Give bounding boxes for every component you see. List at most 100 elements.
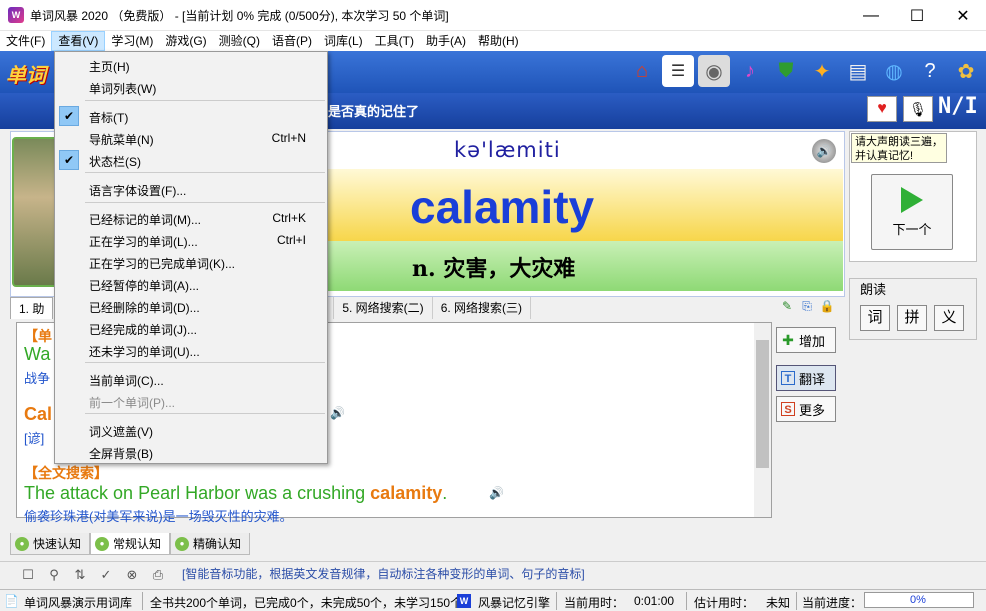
add-button[interactable]: ✚ 增加 — [776, 327, 836, 353]
menu-item-label: 词义遮盖(V) — [89, 425, 153, 439]
runner-icon[interactable]: ✦ — [806, 55, 838, 87]
more-button[interactable]: S 更多 — [776, 396, 836, 422]
home-icon[interactable]: ⌂ — [626, 55, 658, 87]
translate-button-label: 翻译 — [799, 371, 826, 387]
check-icon[interactable]: ✓ — [98, 567, 114, 583]
menu-item-word-list[interactable]: 单词列表(W) — [56, 76, 326, 98]
menu-item-nav-menu[interactable]: 导航菜单(N) Ctrl+N — [56, 127, 326, 149]
tab-normal-recognition[interactable]: ● 常规认知 — [90, 533, 171, 555]
library-icon: 📄 — [4, 594, 19, 608]
menu-tools[interactable]: 工具(T) — [369, 31, 420, 51]
tab-quick-recognition[interactable]: ● 快速认知 — [10, 533, 91, 555]
menu-item-completed-words[interactable]: 已经完成的单词(J)... — [56, 317, 326, 339]
menu-item-label: 前一个单词(P)... — [89, 396, 175, 410]
status-progress-label: 当前进度： — [802, 596, 863, 610]
copy-icon[interactable]: ⎘ — [799, 298, 815, 314]
menu-quiz[interactable]: 测验(Q) — [213, 31, 266, 51]
menu-item-meaning-cover[interactable]: 词义遮盖(V) — [56, 419, 326, 441]
palette-icon[interactable]: ✿ — [950, 55, 982, 87]
menu-item-status-bar[interactable]: ✔ 状态栏(S) — [56, 149, 326, 171]
read-word-button[interactable]: 词 — [860, 305, 890, 331]
menu-help[interactable]: 帮助(H) — [472, 31, 525, 51]
status-library: 单词风暴演示用词库 — [24, 596, 133, 610]
next-button[interactable]: 下一个 — [871, 174, 953, 250]
tab-help[interactable]: 1. 助 — [10, 297, 54, 319]
menu-voice[interactable]: 语音(P) — [266, 31, 318, 51]
menu-item-shortcut: Ctrl+I — [276, 233, 306, 247]
tab-precise-recognition[interactable]: ● 精确认知 — [170, 533, 251, 555]
menu-file[interactable]: 文件(F) — [0, 31, 51, 51]
menu-separator — [85, 100, 325, 101]
disc-icon[interactable]: ◉ — [698, 55, 730, 87]
menu-assistant[interactable]: 助手(A) — [420, 31, 472, 51]
menu-game[interactable]: 游戏(G) — [159, 31, 212, 51]
menu-item-unlearned-words[interactable]: 还未学习的单词(U)... — [56, 339, 326, 361]
checkmark-icon: ✔ — [59, 150, 79, 170]
help-icon[interactable]: ? — [914, 55, 946, 87]
menu-item-current-word[interactable]: 当前单词(C)... — [56, 368, 326, 390]
menu-item-font-settings[interactable]: 语言字体设置(F)... — [56, 178, 326, 200]
plus-icon: ✚ — [782, 332, 794, 348]
speaker-icon[interactable]: 🔊 — [812, 139, 836, 163]
tab-web-search-2[interactable]: 5. 网络搜索(二) — [334, 297, 433, 319]
sound-icon[interactable]: 🔊 — [330, 406, 345, 420]
menu-item-deleted-words[interactable]: 已经删除的单词(D)... — [56, 295, 326, 317]
more-button-label: 更多 — [799, 402, 826, 418]
checkbox-icon[interactable]: ☐ — [20, 567, 36, 583]
engine-icon: W — [457, 594, 471, 608]
menu-study[interactable]: 学习(M) — [105, 31, 159, 51]
menu-item-label: 单词列表(W) — [89, 82, 157, 96]
study-tip: 请大声朗读三遍，并认真记忆! — [851, 133, 947, 163]
read-meaning-button[interactable]: 义 — [934, 305, 964, 331]
read-spell-button[interactable]: 拼 — [897, 305, 927, 331]
menu-item-learning-completed[interactable]: 正在学习的已完成单词(K)... — [56, 251, 326, 273]
record-button[interactable]: 🎙 — [903, 96, 933, 122]
menu-separator — [85, 172, 325, 173]
music-icon[interactable]: ♪ — [734, 55, 766, 87]
close-button[interactable]: ✕ — [940, 0, 986, 31]
menu-item-fullscreen-bg[interactable]: 全屏背景(B) — [56, 441, 326, 463]
example-sentence: The attack on Pearl Harbor was a crushin… — [24, 483, 447, 504]
favorite-button[interactable]: ♥ — [867, 96, 897, 122]
menu-item-learning-words[interactable]: 正在学习的单词(L)... Ctrl+I — [56, 229, 326, 251]
example-chinese-1: 战争 — [24, 371, 51, 386]
bookmark-icon[interactable]: ⎙ — [150, 567, 166, 583]
menu-item-paused-words[interactable]: 已经暂停的单词(A)... — [56, 273, 326, 295]
menu-separator — [85, 202, 325, 203]
sort-icon[interactable]: ⇅ — [72, 567, 88, 583]
status-summary: 全书共200个单词，已完成0个，未完成50个，未学习150个 — [150, 596, 463, 610]
minimize-button[interactable]: — — [848, 0, 894, 31]
menu-item-marked-words[interactable]: 已经标记的单词(M)... Ctrl+K — [56, 207, 326, 229]
sentence-sound-icon[interactable]: 🔊 — [489, 486, 504, 500]
globe-icon[interactable]: ◍ — [878, 55, 910, 87]
translate-button[interactable]: T 翻译 — [776, 365, 836, 391]
sentence-end: . — [442, 483, 448, 503]
word-list-icon[interactable]: ☰ — [662, 55, 694, 87]
lock-icon[interactable]: 🔒 — [819, 298, 835, 314]
more-icon: S — [781, 402, 795, 416]
cancel-icon[interactable]: ⊗ — [124, 567, 140, 583]
menu-item-phonetic[interactable]: ✔ 音标(T) — [56, 105, 326, 127]
sentence-text: The attack on Pearl Harbor was a crushin… — [24, 483, 371, 503]
mode-icon: ● — [15, 536, 29, 551]
menu-library[interactable]: 词库(L) — [318, 31, 369, 51]
status-time-value: 0:01:00 — [634, 594, 675, 608]
sentence-translation: 偷袭珍珠港(对美军来说)是一场毁灭性的灾难。 — [24, 509, 293, 524]
checklist-icon[interactable]: ▤ — [842, 55, 874, 87]
menu-item-label: 正在学习的单词(L)... — [89, 235, 198, 249]
status-divider — [796, 592, 797, 610]
scrollbar-thumb[interactable] — [756, 340, 769, 468]
tab-web-search-3[interactable]: 6. 网络搜索(三) — [433, 297, 532, 319]
menu-item-home[interactable]: 主页(H) — [56, 54, 326, 76]
definition-text: n. 灾害，大灾难 — [412, 256, 576, 282]
shield-icon[interactable]: ⛊ — [770, 55, 802, 87]
sentence-keyword: calamity — [370, 483, 443, 503]
menu-view[interactable]: 查看(V) — [51, 31, 106, 51]
maximize-button[interactable]: ☐ — [894, 0, 940, 31]
feature-hint: [智能音标功能，根据英文发音规律，自动标注各种变形的单词、句子的音标] — [182, 567, 585, 581]
menu-item-shortcut: Ctrl+N — [271, 131, 306, 145]
mode-tab-label: 常规认知 — [113, 537, 162, 551]
search-icon[interactable]: ⚲ — [46, 567, 62, 583]
edit-icon[interactable]: ✎ — [779, 298, 795, 314]
status-estimate-value: 未知 — [766, 596, 791, 610]
